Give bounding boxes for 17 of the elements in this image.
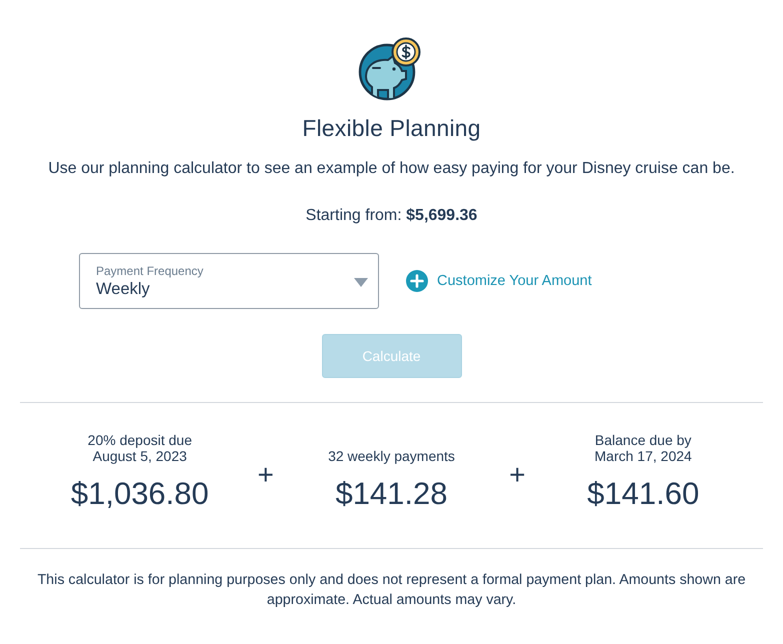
intro-text: Use our planning calculator to see an example of how easy paying for your Disney cruise can be. bbox=[48, 159, 735, 179]
payment-amount: $141.28 bbox=[335, 476, 448, 512]
payment-amount: $141.60 bbox=[587, 476, 700, 512]
customize-amount-link[interactable]: Customize Your Amount bbox=[406, 270, 592, 292]
plus-operator: + bbox=[508, 460, 526, 490]
disclaimer-text: This calculator is for planning purposes only and does not represent a formal payment plan. Amounts shown are approximate. Actual amounts may vary. bbox=[36, 571, 747, 610]
payment-description: 20% deposit due August 5, 2023 bbox=[88, 432, 192, 464]
starting-price: Starting from: $5,699.36 bbox=[306, 206, 478, 226]
caret-icon bbox=[354, 278, 368, 287]
payment-description: Balance due by March 17, 2024 bbox=[594, 432, 692, 464]
payment-frequency-select[interactable]: Payment Frequency Weekly bbox=[79, 253, 379, 309]
plus-operator: + bbox=[256, 460, 275, 490]
plus-circle-icon bbox=[406, 270, 428, 292]
piggy-bank-icon bbox=[358, 37, 422, 101]
payment-amount: $1,036.80 bbox=[70, 476, 209, 512]
payment-description: 32 weekly payments bbox=[328, 447, 455, 464]
page-title: Flexible Planning bbox=[302, 114, 481, 142]
